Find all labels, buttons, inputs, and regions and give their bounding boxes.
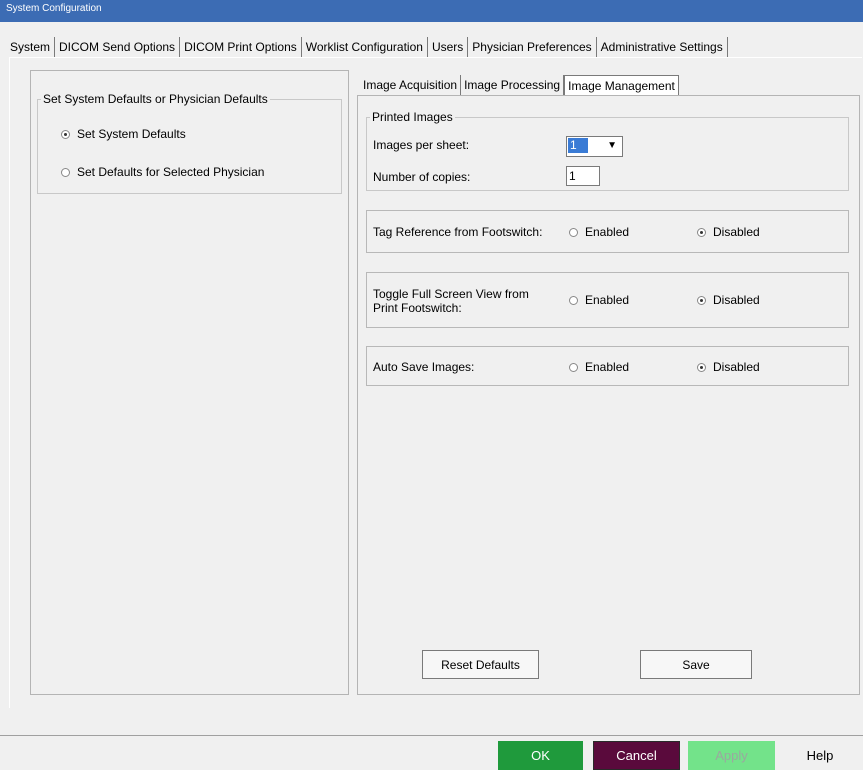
- tab-dicom-send-options[interactable]: DICOM Send Options: [55, 37, 181, 57]
- image-management-panel: Printed Images Images per sheet: 1 ▼ Num…: [357, 95, 860, 695]
- main-tab-bar: System DICOM Send Options DICOM Print Op…: [6, 37, 728, 57]
- save-button[interactable]: Save: [640, 650, 752, 679]
- ok-button[interactable]: OK: [498, 741, 583, 770]
- set-physician-defaults-label: Set Defaults for Selected Physician: [77, 165, 265, 179]
- tab-image-management[interactable]: Image Management: [564, 75, 679, 95]
- tag-reference-disabled-label: Disabled: [713, 225, 760, 239]
- tag-reference-label: Tag Reference from Footswitch:: [373, 225, 543, 239]
- toggle-full-screen-disabled-label: Disabled: [713, 293, 760, 307]
- images-per-sheet-value: 1: [568, 138, 588, 153]
- images-per-sheet-dropdown[interactable]: 1 ▼: [566, 136, 623, 157]
- printed-images-title: Printed Images: [372, 110, 453, 124]
- tab-physician-preferences[interactable]: Physician Preferences: [468, 37, 597, 57]
- chevron-down-icon: ▼: [607, 140, 617, 151]
- radio-selected-icon: [697, 295, 706, 305]
- tag-reference-disabled-radio[interactable]: Disabled: [697, 225, 760, 239]
- tab-image-processing[interactable]: Image Processing: [461, 75, 565, 95]
- toggle-full-screen-enabled-radio[interactable]: Enabled: [569, 293, 629, 307]
- tag-reference-enabled-label: Enabled: [585, 225, 630, 239]
- auto-save-group: Auto Save Images: Enabled Disabled: [366, 346, 849, 386]
- defaults-group: Set System Defaults or Physician Default…: [37, 92, 342, 194]
- copies-label: Number of copies:: [373, 170, 471, 184]
- images-per-sheet-label: Images per sheet:: [373, 138, 470, 152]
- tag-reference-group: Tag Reference from Footswitch: Enabled D…: [366, 210, 849, 253]
- copies-input[interactable]: 1: [566, 166, 600, 186]
- tab-administrative-settings[interactable]: Administrative Settings: [597, 37, 728, 57]
- printed-images-group: Printed Images Images per sheet: 1 ▼ Num…: [366, 110, 849, 191]
- radio-unselected-icon: [569, 227, 578, 237]
- apply-button[interactable]: Apply: [688, 741, 775, 770]
- tab-system[interactable]: System: [6, 37, 56, 57]
- reset-defaults-button[interactable]: Reset Defaults: [422, 650, 539, 679]
- set-system-defaults-label: Set System Defaults: [77, 127, 186, 141]
- toggle-full-screen-label: Toggle Full Screen View from Print Foots…: [373, 287, 529, 315]
- tab-worklist-configuration[interactable]: Worklist Configuration: [302, 37, 428, 57]
- defaults-group-title: Set System Defaults or Physician Default…: [43, 92, 268, 106]
- toggle-full-screen-group: Toggle Full Screen View from Print Foots…: [366, 272, 849, 328]
- radio-selected-icon: [697, 227, 706, 237]
- title-bar: System Configuration: [0, 0, 863, 22]
- radio-unselected-icon: [569, 295, 578, 305]
- radio-unselected-icon: [569, 362, 578, 372]
- set-system-defaults-radio[interactable]: Set System Defaults: [61, 127, 186, 141]
- cancel-button[interactable]: Cancel: [593, 741, 680, 770]
- toggle-full-screen-enabled-label: Enabled: [585, 293, 630, 307]
- help-button[interactable]: Help: [780, 741, 860, 770]
- tag-reference-enabled-radio[interactable]: Enabled: [569, 225, 629, 239]
- tab-dicom-print-options[interactable]: DICOM Print Options: [180, 37, 302, 57]
- tab-users[interactable]: Users: [428, 37, 469, 57]
- auto-save-label: Auto Save Images:: [373, 360, 475, 374]
- set-physician-defaults-radio[interactable]: Set Defaults for Selected Physician: [61, 165, 264, 179]
- auto-save-enabled-label: Enabled: [585, 360, 630, 374]
- auto-save-disabled-label: Disabled: [713, 360, 760, 374]
- radio-selected-icon: [697, 362, 706, 372]
- window-title: System Configuration: [6, 3, 102, 14]
- footer-divider: [0, 735, 863, 736]
- tab-image-acquisition[interactable]: Image Acquisition: [360, 75, 462, 95]
- radio-unselected-icon: [61, 167, 70, 177]
- auto-save-enabled-radio[interactable]: Enabled: [569, 360, 629, 374]
- sub-tab-bar: Image Acquisition Image Processing Image…: [360, 75, 679, 95]
- toggle-full-screen-disabled-radio[interactable]: Disabled: [697, 293, 760, 307]
- radio-selected-icon: [61, 129, 70, 139]
- physician-defaults-panel: Set System Defaults or Physician Default…: [30, 70, 349, 695]
- auto-save-disabled-radio[interactable]: Disabled: [697, 360, 760, 374]
